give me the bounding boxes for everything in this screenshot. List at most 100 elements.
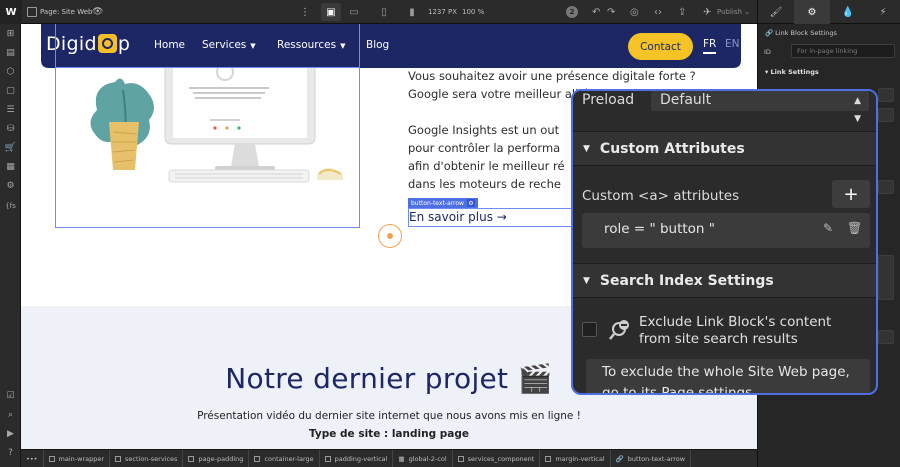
exclude-line1: Exclude Link Block's content xyxy=(639,314,832,330)
ecommerce-icon[interactable]: 🛒 xyxy=(0,140,21,156)
settings-tab-gear-icon[interactable]: ⚙ xyxy=(794,0,830,24)
breadcrumb-item[interactable]: services_component xyxy=(453,450,541,467)
id-field[interactable]: For in-page linking xyxy=(791,44,895,58)
logo-text-start: Digid xyxy=(46,33,97,55)
custom-attributes-header[interactable]: ▼ Custom Attributes xyxy=(573,131,876,166)
breadcrumb-item[interactable]: padding-vertical xyxy=(320,450,394,467)
panel-control[interactable] xyxy=(878,330,894,344)
breadcrumb-label: padding-vertical xyxy=(334,454,388,463)
preload-select[interactable]: Default ▲ ▼ xyxy=(651,91,869,124)
id-label: ID xyxy=(764,48,771,56)
page-selector[interactable]: Page: Site Web xyxy=(40,0,92,24)
tablet-breakpoint-icon[interactable]: ▯ xyxy=(374,3,394,21)
eye-icon[interactable]: 👁 xyxy=(92,0,103,24)
para1-line2: Google sera votre meilleur allié. xyxy=(408,87,593,101)
caret-down-icon: ▼ xyxy=(583,143,590,154)
help-icon[interactable]: ? xyxy=(0,445,21,461)
search-exclude-icon xyxy=(609,320,629,340)
add-attribute-plus-icon[interactable]: + xyxy=(832,180,870,208)
apps-icon[interactable]: ⚙ xyxy=(0,178,21,194)
mobile-breakpoint-icon[interactable]: ▮ xyxy=(402,3,422,21)
exclude-checkbox[interactable] xyxy=(582,322,597,337)
breadcrumb: ••• main-wrapper section-services page-p… xyxy=(21,449,757,467)
undo-icon[interactable]: ↶ xyxy=(592,0,600,24)
projects-subtitle: Présentation vidéo du dernier site inter… xyxy=(197,410,581,422)
style-tab-brush-icon[interactable]: 🖌 xyxy=(758,0,794,24)
nav-ressources[interactable]: Ressources ▼ xyxy=(277,39,345,51)
link-settings-header[interactable]: ▾ Link Settings xyxy=(765,68,819,76)
chevron-down-icon: ▼ xyxy=(250,42,256,50)
para2-line3: afin d'obtenir le meilleur ré xyxy=(408,159,565,173)
large-breakpoint-icon[interactable]: ▭ xyxy=(344,3,364,21)
publish-button[interactable]: Publish ⌄ xyxy=(717,0,750,24)
page-settings-note: To exclude the whole Site Web page, go to… xyxy=(586,359,870,393)
en-savoir-plus-link[interactable]: En savoir plus → xyxy=(408,208,576,227)
note-line2[interactable]: go to its Page settings xyxy=(602,385,752,393)
breadcrumb-item[interactable]: section-services xyxy=(110,450,184,467)
canvas-size: 1237 PX xyxy=(428,8,458,16)
breadcrumb-label: section-services xyxy=(125,454,178,463)
search-index-settings-header[interactable]: ▼ Search Index Settings xyxy=(573,263,876,298)
add-attribute-button[interactable] xyxy=(878,180,894,194)
redo-icon[interactable]: ↷ xyxy=(607,0,615,24)
search-icon[interactable]: ⌕ xyxy=(0,407,21,423)
paperclip-icon[interactable] xyxy=(878,88,894,102)
breadcrumb-more[interactable]: ••• xyxy=(21,450,44,467)
add-icon[interactable]: ⊞ xyxy=(0,26,21,42)
components-icon[interactable]: ⬡ xyxy=(0,64,21,80)
publish-label: Publish xyxy=(717,8,742,16)
breadcrumb-item[interactable]: container-large xyxy=(249,450,320,467)
lang-fr[interactable]: FR xyxy=(703,38,717,54)
interactions-tab-drops-icon[interactable]: 💧 xyxy=(830,0,866,24)
breadcrumb-label: global-2-col xyxy=(408,454,447,463)
para2-line2: pour contrôler la performa xyxy=(408,141,561,155)
video-icon[interactable]: ▶ xyxy=(0,426,21,442)
element-icon xyxy=(115,455,121,462)
exclude-description: Exclude Link Block's content from site se… xyxy=(639,314,831,348)
desktop-breakpoint-icon[interactable]: ▣ xyxy=(321,3,341,21)
breadcrumb-label: margin-vertical xyxy=(555,454,605,463)
nav-blog[interactable]: Blog xyxy=(366,39,389,51)
pencil-icon[interactable]: ✎ xyxy=(823,221,833,235)
lang-en[interactable]: EN xyxy=(725,38,740,50)
interactions-bolt-icon[interactable]: ⚡ xyxy=(865,0,900,24)
trash-icon[interactable]: 🗑 xyxy=(847,221,862,235)
nav-home[interactable]: Home xyxy=(154,39,185,51)
preload-value: Default xyxy=(660,92,712,108)
selected-element-tag[interactable]: button-text-arrow ⚙ xyxy=(408,198,478,208)
zoom-level[interactable]: 100 % xyxy=(462,0,484,24)
cms-icon[interactable]: ⛁ xyxy=(0,121,21,137)
para1-line1: Vous souhaitez avoir une présence digita… xyxy=(408,69,696,83)
breadcrumb-item[interactable]: main-wrapper xyxy=(44,450,110,467)
assets-icon[interactable]: ▦ xyxy=(0,159,21,175)
panel-control[interactable] xyxy=(878,255,894,300)
preview-icon[interactable]: ◎ xyxy=(630,0,639,24)
breadcrumb-item[interactable]: ▦ global-2-col xyxy=(393,450,453,467)
settings-zoom-overlay: Preload Default ▲ ▼ ▼ Custom Attributes Cus… xyxy=(571,89,878,395)
gear-icon[interactable]: ⚙ xyxy=(466,199,475,207)
element-icon xyxy=(188,455,195,462)
export-icon[interactable]: ⇪ xyxy=(678,0,686,24)
code-icon[interactable]: ‹› xyxy=(654,0,662,24)
navigator-icon[interactable]: ▤ xyxy=(0,45,21,61)
nav-ressources-label: Ressources xyxy=(277,39,337,51)
custom-attribute-row[interactable]: role = " button " ✎ 🗑 xyxy=(582,213,870,248)
more-vertical-icon[interactable]: ⋮ xyxy=(300,0,310,24)
publish-rocket-icon[interactable]: ✈ xyxy=(703,0,711,24)
breadcrumb-item[interactable]: page-padding xyxy=(183,450,250,467)
layers-icon[interactable]: ☰ xyxy=(0,102,21,118)
contact-button[interactable]: Contact xyxy=(628,33,693,60)
element-icon xyxy=(324,455,331,462)
site-logo[interactable]: Digid p xyxy=(46,33,130,55)
notification-badge[interactable]: 2 xyxy=(566,6,578,18)
logic-icon[interactable]: {fs xyxy=(0,198,21,214)
logo-text-end: p xyxy=(117,33,131,55)
nav-services[interactable]: Services ▼ xyxy=(202,39,256,51)
spacing-handle-icon[interactable] xyxy=(378,224,402,248)
breadcrumb-item[interactable]: 🔗 button-text-arrow xyxy=(611,450,692,467)
panel-control[interactable] xyxy=(878,108,894,122)
pages-icon[interactable]: ▢ xyxy=(0,83,21,99)
webflow-logo[interactable]: W xyxy=(0,0,22,24)
tasks-icon[interactable]: ☑ xyxy=(0,388,21,404)
breadcrumb-item[interactable]: margin-vertical xyxy=(540,450,611,467)
